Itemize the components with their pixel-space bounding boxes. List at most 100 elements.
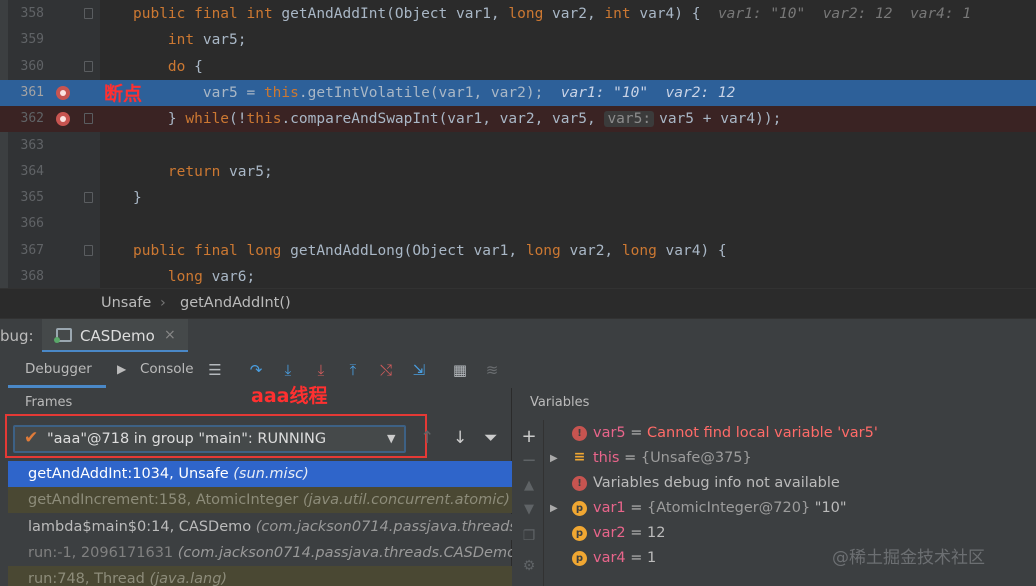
close-icon[interactable]: × xyxy=(164,327,176,343)
line-number[interactable]: 364 xyxy=(0,159,44,185)
force-step-into-icon[interactable]: ⤓ xyxy=(311,360,331,380)
variable-row[interactable]: ▶ ≡ this = {Unsafe@375} xyxy=(550,446,1020,471)
run-to-cursor-icon[interactable]: ⇲ xyxy=(409,360,429,380)
expand-arrow-icon[interactable]: ▶ xyxy=(550,496,560,521)
frame-method: run:-1, 2096171631 xyxy=(28,544,178,561)
code-token: .compareAndSwapInt(var1, var2, var5, xyxy=(281,111,605,128)
move-up-icon[interactable]: ▲ xyxy=(519,478,539,493)
fold-marker-icon[interactable] xyxy=(84,244,93,256)
frame-method: lambda$main$0:14, CASDemo xyxy=(28,518,256,535)
code-text: public final long getAndAddLong(Object v… xyxy=(133,238,727,264)
frame-row[interactable]: getAndAddInt:1034, Unsafe (sun.misc) xyxy=(8,461,512,487)
line-number[interactable]: 365 xyxy=(0,185,44,211)
error-icon: ! xyxy=(572,426,587,441)
frame-row[interactable]: lambda$main$0:14, CASDemo (com.jackson07… xyxy=(8,513,512,540)
code-line[interactable]: 366 xyxy=(0,211,1036,237)
fold-marker-icon[interactable] xyxy=(84,192,93,204)
code-token: do xyxy=(167,58,195,75)
line-number[interactable]: 368 xyxy=(0,264,44,288)
variable-value: Cannot find local variable 'var5' xyxy=(647,425,878,441)
thread-select[interactable]: ✔ "aaa"@718 in group "main": RUNNING ▼ xyxy=(13,425,406,453)
chevron-down-icon[interactable]: ▼ xyxy=(387,427,395,451)
code-text: long var6; xyxy=(133,264,255,288)
code-line[interactable]: 360 do { xyxy=(0,54,1036,80)
variable-text: var1 = {AtomicInteger@720} "10" xyxy=(593,496,847,521)
code-token: public final int xyxy=(133,6,282,22)
line-number[interactable]: 367 xyxy=(0,238,44,264)
frame-method: getAndAddInt:1034, Unsafe xyxy=(28,466,234,482)
previous-frame-icon[interactable]: ↑ xyxy=(420,428,434,448)
breakpoint-icon[interactable] xyxy=(56,112,70,127)
layout-icon[interactable]: ☰ xyxy=(205,360,225,380)
variable-value: {Unsafe@375} xyxy=(640,450,752,466)
thread-annotation: aaa线程 xyxy=(251,385,328,407)
filter-icon[interactable]: ⏷ xyxy=(484,428,498,448)
step-over-icon[interactable]: ↷ xyxy=(246,360,266,380)
next-frame-icon[interactable]: ↓ xyxy=(453,428,467,448)
code-line[interactable]: 363 xyxy=(0,133,1036,159)
variable-row[interactable]: ! Variables debug info not available xyxy=(550,471,1020,496)
expand-arrow-icon[interactable]: ▶ xyxy=(550,446,560,471)
line-number[interactable]: 363 xyxy=(0,133,44,159)
code-token: long xyxy=(508,6,553,22)
move-down-icon[interactable]: ▼ xyxy=(519,502,539,517)
debug-label: bug: xyxy=(0,327,34,345)
code-line[interactable]: 368 long var6; xyxy=(0,264,1036,288)
variable-value: 12 xyxy=(647,525,666,541)
variable-value: 1 xyxy=(647,550,657,566)
variable-equals: = xyxy=(625,525,648,541)
breadcrumb-method[interactable]: getAndAddInt() xyxy=(180,289,291,318)
tab-debugger[interactable]: Debugger xyxy=(8,352,106,388)
step-into-icon[interactable]: ⤓ xyxy=(278,360,298,380)
code-line[interactable]: 365} xyxy=(0,185,1036,211)
line-number[interactable]: 359 xyxy=(0,27,44,53)
tab-console-label: Console xyxy=(140,361,194,377)
breadcrumb-class[interactable]: Unsafe xyxy=(101,289,151,318)
line-number[interactable]: 362 xyxy=(0,106,44,132)
line-number[interactable]: 360 xyxy=(0,54,44,80)
code-token: var4) { xyxy=(639,6,718,22)
breakpoint-icon[interactable] xyxy=(56,85,70,100)
tab-console[interactable]: ▶ Console xyxy=(114,352,200,388)
code-line[interactable]: 361 var5 = this.getIntVolatile(var1, var… xyxy=(0,79,1036,107)
frame-row[interactable]: run:748, Thread (java.lang) xyxy=(8,566,512,586)
error-icon: ! xyxy=(572,476,587,491)
variable-row[interactable]: ! var5 = Cannot find local variable 'var5… xyxy=(550,421,1020,446)
code-token: this xyxy=(263,84,299,101)
step-out-icon[interactable]: ⤒ xyxy=(343,360,363,380)
frames-title: Frames xyxy=(25,395,73,410)
line-number[interactable]: 358 xyxy=(0,1,44,27)
code-token: .getIntVolatile(var1, var2); xyxy=(298,84,561,101)
code-token: long xyxy=(621,242,666,259)
frame-row[interactable]: getAndIncrement:158, AtomicInteger (java… xyxy=(8,487,512,514)
frame-row[interactable]: run:-1, 2096171631 (com.jackson0714.pass… xyxy=(8,540,512,566)
code-line[interactable]: 364 return var5; xyxy=(0,159,1036,185)
evaluate-expression-icon[interactable]: ▦ xyxy=(450,360,470,380)
fold-marker-icon[interactable] xyxy=(84,113,93,125)
variable-text: this = {Unsafe@375} xyxy=(593,446,752,471)
variable-row[interactable]: ▶ p var1 = {AtomicInteger@720} "10" xyxy=(550,496,1020,521)
code-token: var5 + var4)); xyxy=(659,111,782,128)
drop-frame-icon[interactable]: ⤭ xyxy=(376,360,396,380)
variable-name: this xyxy=(593,450,620,466)
fold-marker-icon[interactable] xyxy=(84,8,93,19)
fold-marker-icon[interactable] xyxy=(84,60,93,72)
code-text: int var5; xyxy=(133,27,247,53)
remove-watch-icon[interactable]: − xyxy=(519,450,539,471)
code-editor[interactable]: 358 public final int getAndAddInt(Object … xyxy=(0,0,1036,288)
trace-icon[interactable]: ≋ xyxy=(482,360,502,380)
code-line[interactable]: 359 int var5; xyxy=(0,27,1036,53)
code-token: long xyxy=(525,242,570,259)
session-tab-casdemo[interactable]: CASDemo × xyxy=(42,319,188,353)
code-line[interactable]: 358 public final int getAndAddInt(Object … xyxy=(0,1,1036,27)
line-number[interactable]: 361 xyxy=(0,80,44,106)
copy-icon[interactable]: ❐ xyxy=(519,528,539,544)
settings-icon[interactable]: ⚙ xyxy=(519,558,539,574)
line-number[interactable]: 366 xyxy=(0,211,44,237)
code-line[interactable]: 367 public final long getAndAddLong(Objec… xyxy=(0,238,1036,264)
breadcrumb: Unsafe › getAndAddInt() xyxy=(0,288,1036,318)
add-watch-icon[interactable]: + xyxy=(519,426,539,447)
code-line[interactable]: 362 } while(!this.compareAndSwapInt(var1… xyxy=(0,106,1036,133)
